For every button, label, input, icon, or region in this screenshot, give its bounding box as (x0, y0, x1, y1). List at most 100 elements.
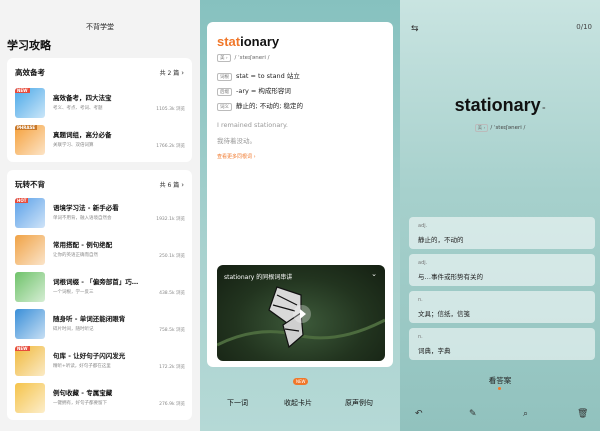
part-of-speech: adj. (418, 260, 428, 266)
view-count: 438.5k 浏览 (159, 291, 185, 296)
region-toggle[interactable]: 美 › (474, 124, 489, 132)
pronunciation-icon[interactable]: ⁼ (541, 107, 545, 113)
article-subtitle: 一键拥有，好句子都要留下 (53, 401, 107, 406)
list-item[interactable]: 词根词缀 - 「偏旁部首」巧… 一个词根，学一反三 438.5k 浏览 (15, 272, 185, 302)
header-title: 不背学堂 (86, 23, 114, 31)
chevron-right-icon: › (181, 69, 184, 77)
indicator-dot (498, 387, 501, 390)
article-title: 句库 - 让好句子闪闪发光 (53, 352, 126, 360)
answer-option[interactable]: adj. 与…事件或形势有关的 (409, 254, 595, 286)
part-of-speech: n. (418, 334, 423, 340)
chevron-right-icon: › (181, 181, 184, 189)
article-subtitle: 碎片时间，随时听记 (53, 327, 94, 332)
article-title: 常用搭配 - 例句绝配 (53, 241, 113, 249)
edit-icon[interactable]: ✎ (469, 409, 477, 419)
phonetic-row: 美 › / ˈsteɪʃəneri / (217, 54, 270, 62)
article-title: 随身听 - 单词还能闭眼背 (53, 315, 126, 323)
phrase-badge: PHRASE (15, 125, 38, 130)
progress-counter: 0/10 (576, 23, 592, 31)
view-count: 1105.3k 浏览 (156, 107, 185, 112)
phonetic-text: / ˈsteɪʃəneri / (234, 55, 270, 61)
list-item[interactable]: 常用搭配 - 例句绝配 让你的英语正确而自然 250.1k 浏览 (15, 235, 185, 265)
article-thumbnail: PHRASE (15, 125, 45, 155)
list-item[interactable]: 例句收藏 - 专属宝藏 一键拥有，好句子都要留下 276.9k 浏览 (15, 383, 185, 413)
list-item[interactable]: NEW 高效备考，四大法宝 考义、考点、考词、考题 1105.3k 浏览 (15, 88, 185, 118)
video-title: stationary 的同根词串讲 (224, 274, 293, 281)
original-audio-examples-button[interactable]: 原声例句 (345, 398, 373, 408)
definition: 静止的，不动的 (418, 236, 464, 244)
view-count: 1932.1k 浏览 (156, 217, 185, 222)
trash-icon[interactable]: 🗑 (577, 409, 588, 419)
region-toggle[interactable]: 美 › (217, 54, 231, 62)
list-item[interactable]: 随身听 - 单词还能闭眼背 碎片时间，随时听记 758.5k 浏览 (15, 309, 185, 339)
article-thumbnail (15, 383, 45, 413)
view-count: 758.5k 浏览 (159, 328, 185, 333)
cognate-video[interactable]: stationary 的同根词串讲 ⌄ (217, 265, 385, 361)
new-badge: NEW (15, 88, 30, 93)
page-title: 学习攻略 (7, 39, 51, 52)
article-thumbnail: NEW (15, 88, 45, 118)
play-icon[interactable] (293, 305, 311, 323)
section-card-master-app: 玩转不背 共 6 篇 › HOT 语境学习法 - 新手必看 单词不用背，融入语境… (7, 170, 192, 420)
view-count: 172.2k 浏览 (159, 365, 185, 370)
example-sentence-en: I remained stationary. (217, 121, 288, 129)
new-badge: NEW (293, 378, 309, 385)
breakdown-tag: 后缀 (217, 88, 232, 96)
study-guide-panel: 不背学堂 学习攻略 高效备考 共 2 篇 › NEW 高效备考，四大法宝 考义、… (0, 0, 200, 431)
word-rest: ionary (240, 34, 280, 49)
section-card-efficient-prep: 高效备考 共 2 篇 › NEW 高效备考，四大法宝 考义、考点、考词、考题 1… (7, 58, 192, 162)
section-count-link[interactable]: 共 2 篇 › (160, 68, 184, 77)
article-subtitle: 让你的英语正确而自然 (53, 253, 98, 258)
word-detail-panel: stationary 美 › / ˈsteɪʃəneri / 词根 stat = … (200, 0, 400, 431)
list-item[interactable]: PHRASE 真题词组，高分必备 关联学习、双倍词算 1766.2k 浏览 (15, 125, 185, 155)
article-thumbnail (15, 309, 45, 339)
quiz-phonetic: 美 › / ˈsteɪʃəneri / (400, 124, 600, 132)
article-subtitle: 一个词根，学一反三 (53, 290, 94, 295)
part-of-speech: adj. (418, 223, 428, 229)
collapse-card-button[interactable]: 收起卡片 (284, 398, 312, 408)
article-thumbnail: NEW (15, 346, 45, 376)
section-count-link[interactable]: 共 6 篇 › (160, 180, 184, 189)
article-title: 例句收藏 - 专属宝藏 (53, 389, 113, 397)
breakdown-text: -ary = 构成形容词 (236, 87, 291, 95)
article-subtitle: 精听+听读，好句子都在这里 (53, 364, 111, 369)
definition: 文具；信纸，信笺 (418, 310, 470, 318)
section-title: 高效备考 (15, 68, 45, 77)
list-item[interactable]: HOT 语境学习法 - 新手必看 单词不用背，融入语境自然会 1932.1k 浏… (15, 198, 185, 228)
article-title: 语境学习法 - 新手必看 (53, 204, 119, 212)
answer-option[interactable]: adj. 静止的，不动的 (409, 217, 595, 249)
word-card: stationary 美 › / ˈsteɪʃəneri / 词根 stat = … (207, 22, 393, 367)
top-bar: 不背学堂 (0, 0, 200, 36)
chevron-down-icon[interactable]: ⌄ (371, 270, 377, 278)
list-item[interactable]: NEW 句库 - 让好句子闪闪发光 精听+听读，好句子都在这里 172.2k 浏… (15, 346, 185, 376)
article-subtitle: 关联学习、双倍词算 (53, 143, 94, 148)
word-heading: stationary (217, 34, 279, 49)
breakdown-text: stat = to stand 站立 (236, 72, 300, 80)
next-word-button[interactable]: 下一词 (227, 398, 248, 408)
see-answer-button[interactable]: 看答案 (400, 375, 600, 386)
breakdown-text: 静止的; 不动的; 稳定的 (236, 102, 304, 110)
breakdown-row: 词义 静止的; 不动的; 稳定的 (217, 100, 303, 111)
quiz-panel: ⇆ 0/10 stationary ⁼ 美 › / ˈsteɪʃəneri / a… (400, 0, 600, 431)
section-title: 玩转不背 (15, 180, 45, 189)
hot-badge: HOT (15, 198, 29, 203)
view-count: 276.9k 浏览 (159, 402, 185, 407)
example-sentence-cn: 我待着没动。 (217, 137, 256, 145)
article-subtitle: 单词不用背，融入语境自然会 (53, 216, 112, 221)
undo-icon[interactable]: ↶ (415, 409, 423, 419)
article-thumbnail (15, 235, 45, 265)
quiz-word: stationary ⁼ (454, 95, 546, 115)
definition: 词典，字典 (418, 347, 451, 355)
view-count: 250.1k 浏览 (159, 254, 185, 259)
definition: 与…事件或形势有关的 (418, 273, 483, 281)
more-cognates-link[interactable]: 查看更多同根词 › (217, 153, 256, 160)
article-subtitle: 考义、考点、考词、考题 (53, 106, 103, 111)
breakdown-tag: 词义 (217, 103, 232, 111)
view-count: 1766.2k 浏览 (156, 144, 185, 149)
settings-sliders-icon[interactable]: ⇆ (411, 24, 419, 34)
search-icon[interactable]: ⌕ (523, 409, 528, 419)
article-title: 真题词组，高分必备 (53, 131, 112, 139)
part-of-speech: n. (418, 297, 423, 303)
answer-option[interactable]: n. 词典，字典 (409, 328, 595, 360)
answer-option[interactable]: n. 文具；信纸，信笺 (409, 291, 595, 323)
